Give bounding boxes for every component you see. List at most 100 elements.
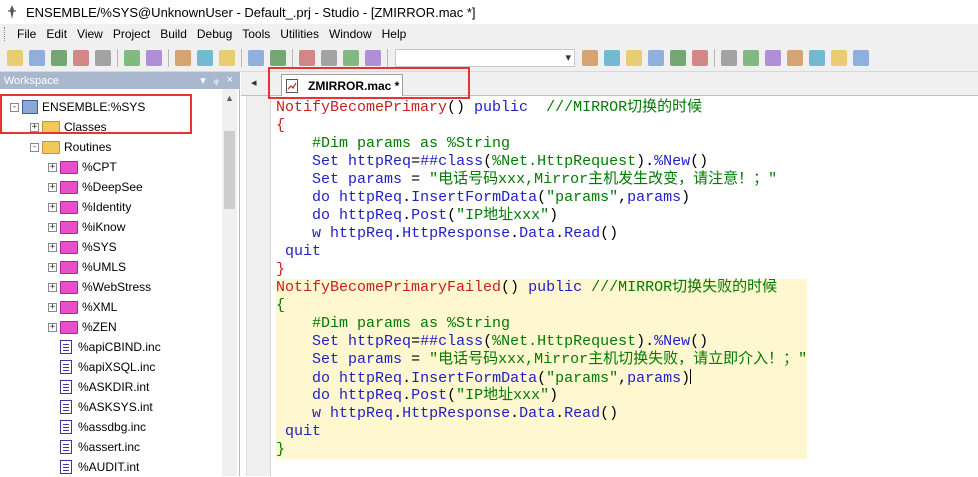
menu-view[interactable]: View — [72, 24, 108, 44]
tree-item[interactable]: %assert.inc — [48, 437, 140, 457]
tree-item[interactable]: + %WebStress — [48, 277, 151, 297]
expand-icon[interactable]: + — [48, 242, 57, 252]
undo-icon[interactable] — [248, 49, 264, 66]
stop-icon[interactable] — [692, 49, 708, 66]
comment-icon-2[interactable] — [787, 49, 803, 66]
menu-build[interactable]: Build — [155, 24, 192, 44]
pause-icon[interactable] — [809, 49, 825, 66]
run-icon[interactable] — [831, 49, 847, 66]
tree-item[interactable]: - Routines — [30, 137, 111, 157]
code-line[interactable]: Set httpReq=##class(%Net.HttpRequest).%N… — [276, 153, 807, 171]
tree-item[interactable]: + %iKnow — [48, 217, 125, 237]
open-folder-icon[interactable] — [29, 49, 45, 66]
route-icon[interactable] — [626, 49, 642, 66]
tree-item[interactable]: %apiCBIND.inc — [48, 337, 161, 357]
tree-item[interactable]: + Classes — [30, 117, 107, 137]
code-area[interactable]: NotifyBecomePrimary() public ///MIRROR切换… — [276, 99, 808, 459]
code-line[interactable]: } — [276, 441, 808, 459]
save-all-icon[interactable] — [73, 49, 89, 66]
scroll-up-icon[interactable]: ▲ — [225, 93, 234, 103]
menu-project[interactable]: Project — [108, 24, 155, 44]
code-editor[interactable]: NotifyBecomePrimary() public ///MIRROR切换… — [246, 96, 978, 476]
code-line[interactable]: #Dim params as %String — [276, 135, 807, 153]
tree-item[interactable]: + %XML — [48, 297, 117, 317]
view-doc-icon[interactable] — [321, 49, 337, 66]
tree-item[interactable]: %AUDIT.int — [48, 457, 139, 477]
code-line[interactable]: NotifyBecomePrimary() public ///MIRROR切换… — [276, 99, 807, 117]
globe-icon[interactable] — [648, 49, 664, 66]
collapse-icon[interactable]: - — [30, 142, 39, 152]
expand-icon[interactable]: + — [48, 202, 57, 212]
paste-icon[interactable] — [219, 49, 235, 66]
print-icon[interactable] — [95, 49, 111, 66]
class-wizard-icon[interactable] — [582, 49, 598, 66]
code-line[interactable]: do httpReq.InsertFormData("params",param… — [276, 189, 807, 207]
tree-item[interactable]: + %DeepSee — [48, 177, 143, 197]
tree-item[interactable]: + %UMLS — [48, 257, 126, 277]
expand-icon[interactable]: + — [48, 282, 57, 292]
back-icon[interactable] — [124, 49, 140, 66]
tree-item[interactable]: - ENSEMBLE:%SYS — [10, 97, 145, 117]
code-line[interactable]: do httpReq.Post("IP地址xxx") — [276, 387, 808, 405]
new-file-icon[interactable] — [7, 49, 23, 66]
toolbar-combo[interactable] — [395, 48, 575, 67]
code-line[interactable]: Set params = "电话号码xxx,Mirror主机切换失败，请立即介入… — [276, 351, 808, 369]
tree-item[interactable]: %assdbg.inc — [48, 417, 146, 437]
copy-icon[interactable] — [197, 49, 213, 66]
window-icon-2[interactable] — [743, 49, 759, 66]
code-line[interactable]: } — [276, 261, 807, 279]
menu-edit[interactable]: Edit — [41, 24, 72, 44]
code-line[interactable]: w httpReq.HttpResponse.Data.Read() — [276, 225, 807, 243]
cut-icon[interactable] — [175, 49, 191, 66]
forward-icon[interactable] — [146, 49, 162, 66]
tree-item[interactable]: %ASKSYS.int — [48, 397, 153, 417]
list-icon[interactable] — [365, 49, 381, 66]
expand-icon[interactable]: + — [48, 162, 57, 172]
menu-file[interactable]: File — [12, 24, 41, 44]
expand-icon[interactable]: + — [48, 222, 57, 232]
expand-icon[interactable]: + — [48, 182, 57, 192]
tree-item[interactable]: + %SYS — [48, 237, 117, 257]
menu-debug[interactable]: Debug — [192, 24, 237, 44]
code-line[interactable]: do httpReq.InsertFormData("params",param… — [276, 369, 808, 387]
tree-item[interactable]: %apiXSQL.inc — [48, 357, 155, 377]
collapse-icon[interactable]: - — [10, 102, 19, 112]
tree-scrollbar[interactable]: ▲ — [222, 89, 237, 476]
dropdown-icon[interactable]: ▾ — [200, 74, 206, 87]
pin-icon[interactable]: ᵩ — [214, 74, 219, 87]
code-line[interactable]: quit — [276, 423, 808, 441]
code-line[interactable]: w httpReq.HttpResponse.Data.Read() — [276, 405, 808, 423]
code-line[interactable]: do httpReq.Post("IP地址xxx") — [276, 207, 807, 225]
code-line[interactable]: Set params = "电话号码xxx,Mirror主机发生改变，请注意！；… — [276, 171, 807, 189]
step-icon[interactable] — [853, 49, 869, 66]
check-icon[interactable] — [343, 49, 359, 66]
save-icon[interactable] — [51, 49, 67, 66]
code-line[interactable]: Set httpReq=##class(%Net.HttpRequest).%N… — [276, 333, 808, 351]
redo-icon[interactable] — [270, 49, 286, 66]
scrollbar-thumb[interactable] — [224, 131, 235, 209]
expand-icon[interactable]: + — [48, 322, 57, 332]
tree-item[interactable]: + %Identity — [48, 197, 131, 217]
tab-zmirror[interactable]: ZMIRROR.mac * — [281, 74, 403, 96]
menu-tools[interactable]: Tools — [237, 24, 275, 44]
menu-window[interactable]: Window — [324, 24, 377, 44]
menu-utilities[interactable]: Utilities — [275, 24, 324, 44]
tree-item[interactable]: %ASKDIR.int — [48, 377, 149, 397]
comment-icon[interactable] — [765, 49, 781, 66]
code-line[interactable]: NotifyBecomePrimaryFailed() public ///MI… — [276, 279, 808, 297]
window-icon[interactable] — [721, 49, 737, 66]
expand-icon[interactable]: + — [48, 262, 57, 272]
expand-icon[interactable]: + — [30, 122, 39, 132]
inspector-icon[interactable] — [604, 49, 620, 66]
menu-help[interactable]: Help — [377, 24, 412, 44]
code-line[interactable]: { — [276, 297, 808, 315]
code-line[interactable]: { — [276, 117, 807, 135]
compile-icon[interactable] — [670, 49, 686, 66]
code-line[interactable]: quit — [276, 243, 807, 261]
close-icon[interactable]: × — [227, 74, 233, 87]
view-code-icon[interactable] — [299, 49, 315, 66]
tree-item[interactable]: + %CPT — [48, 157, 117, 177]
code-line[interactable]: #Dim params as %String — [276, 315, 808, 333]
tab-scroll-left-icon[interactable]: ◂ — [251, 76, 257, 89]
expand-icon[interactable]: + — [48, 302, 57, 312]
